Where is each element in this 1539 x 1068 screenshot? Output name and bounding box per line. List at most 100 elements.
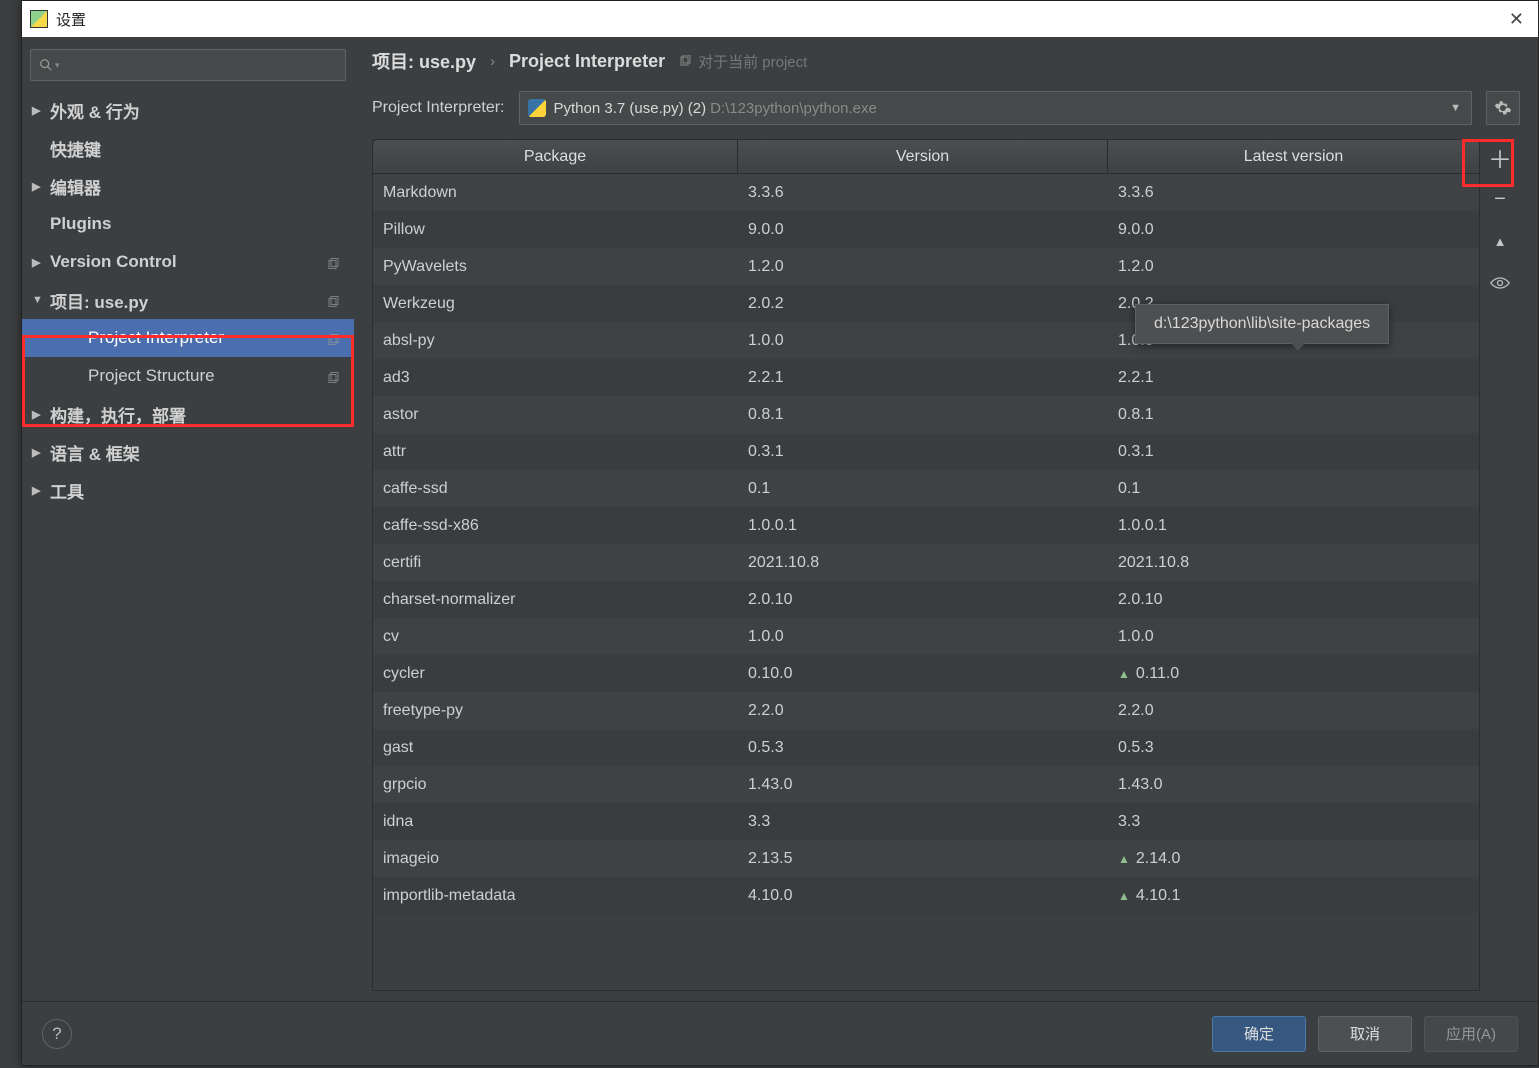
- cell-version: 3.3.6: [738, 184, 1108, 202]
- upgrade-package-button[interactable]: ▲: [1486, 227, 1514, 255]
- show-early-releases-button[interactable]: [1486, 269, 1514, 297]
- packages-table: Package Version Latest version Markdown3…: [372, 139, 1480, 991]
- cell-latest: 3.3.6: [1108, 184, 1479, 202]
- cell-package: Pillow: [373, 221, 738, 239]
- upgrade-available-icon: ▲: [1118, 667, 1130, 681]
- cell-version: 1.43.0: [738, 776, 1108, 794]
- table-row[interactable]: Markdown3.3.63.3.6: [373, 174, 1479, 211]
- cell-latest: 2.0.10: [1108, 591, 1479, 609]
- caret-right-icon: ▶: [32, 446, 40, 459]
- col-version[interactable]: Version: [738, 140, 1108, 173]
- table-row[interactable]: imageio2.13.5▲2.14.0: [373, 840, 1479, 877]
- cell-package: grpcio: [373, 776, 738, 794]
- sidebar-item[interactable]: ▶工具: [22, 471, 354, 509]
- sidebar-item-label: Plugins: [50, 214, 111, 234]
- table-row[interactable]: PyWavelets1.2.01.2.0: [373, 248, 1479, 285]
- breadcrumb-hint: 对于当前 project: [679, 51, 807, 72]
- chevron-right-icon: ›: [490, 53, 495, 70]
- sidebar-sub-item[interactable]: Project Interpreter: [22, 319, 354, 357]
- sidebar-item[interactable]: ▶编辑器: [22, 167, 354, 205]
- ok-button[interactable]: 确定: [1212, 1016, 1306, 1052]
- sidebar-sub-item[interactable]: Project Structure: [22, 357, 354, 395]
- cell-version: 1.0.0.1: [738, 517, 1108, 535]
- caret-down-icon: ▼: [32, 294, 43, 306]
- interpreter-select[interactable]: Python 3.7 (use.py) (2) D:\123python\pyt…: [519, 91, 1473, 125]
- col-latest[interactable]: Latest version: [1108, 140, 1479, 173]
- cell-package: absl-py: [373, 332, 738, 350]
- sidebar-item[interactable]: Plugins: [22, 205, 354, 243]
- search-dropdown-icon[interactable]: ▾: [55, 60, 60, 71]
- dialog-footer: ? 确定 取消 应用(A): [22, 1001, 1538, 1065]
- cell-latest: 2021.10.8: [1108, 554, 1479, 572]
- sidebar-item-label: 工具: [50, 478, 84, 503]
- eye-icon: [1490, 276, 1510, 290]
- breadcrumb-project[interactable]: 项目: use.py: [372, 48, 476, 74]
- remove-package-button[interactable]: −: [1486, 185, 1514, 213]
- sidebar-item-label: Project Structure: [88, 366, 215, 386]
- copy-icon: [327, 256, 340, 269]
- cell-latest: 0.1: [1108, 480, 1479, 498]
- sidebar-item[interactable]: ▶外观 & 行为: [22, 91, 354, 129]
- table-row[interactable]: cv1.0.01.0.0: [373, 618, 1479, 655]
- window-title: 设置: [56, 9, 86, 30]
- table-row[interactable]: charset-normalizer2.0.102.0.10: [373, 581, 1479, 618]
- table-row[interactable]: gast0.5.30.5.3: [373, 729, 1479, 766]
- sidebar-item[interactable]: ▶Version Control: [22, 243, 354, 281]
- cell-package: astor: [373, 406, 738, 424]
- cell-latest: 1.0.0: [1108, 628, 1479, 646]
- cell-latest: 0.5.3: [1108, 739, 1479, 757]
- upgrade-available-icon: ▲: [1118, 852, 1130, 866]
- settings-dialog: 设置 ✕ ▾ ▶外观 & 行为快捷键▶编辑器Plugins▶Version Co…: [21, 0, 1539, 1066]
- add-package-button[interactable]: ＋: [1486, 143, 1514, 171]
- cell-version: 0.1: [738, 480, 1108, 498]
- cell-package: freetype-py: [373, 702, 738, 720]
- cell-version: 2.0.10: [738, 591, 1108, 609]
- table-row[interactable]: ad32.2.12.2.1: [373, 359, 1479, 396]
- breadcrumb-page: Project Interpreter: [509, 51, 665, 72]
- table-row[interactable]: importlib-metadata4.10.0▲4.10.1: [373, 877, 1479, 914]
- cell-version: 0.10.0: [738, 665, 1108, 683]
- cell-package: imageio: [373, 850, 738, 868]
- table-row[interactable]: certifi2021.10.82021.10.8: [373, 544, 1479, 581]
- table-row[interactable]: Pillow9.0.09.0.0: [373, 211, 1479, 248]
- table-row[interactable]: idna3.33.3: [373, 803, 1479, 840]
- cell-latest: 2.2.1: [1108, 369, 1479, 387]
- help-button[interactable]: ?: [42, 1019, 72, 1049]
- apply-button[interactable]: 应用(A): [1424, 1016, 1518, 1052]
- table-row[interactable]: caffe-ssd0.10.1: [373, 470, 1479, 507]
- cell-latest: 1.0.0.1: [1108, 517, 1479, 535]
- cell-package: ad3: [373, 369, 738, 387]
- cell-version: 2021.10.8: [738, 554, 1108, 572]
- packages-table-wrap: Package Version Latest version Markdown3…: [372, 139, 1520, 991]
- cell-version: 2.2.0: [738, 702, 1108, 720]
- table-row[interactable]: grpcio1.43.01.43.0: [373, 766, 1479, 803]
- sidebar-item[interactable]: ▶语言 & 框架: [22, 433, 354, 471]
- cell-latest: 3.3: [1108, 813, 1479, 831]
- cell-latest: 0.8.1: [1108, 406, 1479, 424]
- close-icon[interactable]: ✕: [1503, 9, 1530, 30]
- col-package[interactable]: Package: [373, 140, 738, 173]
- interpreter-name: Python 3.7 (use.py) (2): [554, 100, 707, 117]
- table-header: Package Version Latest version: [373, 140, 1479, 174]
- cancel-button[interactable]: 取消: [1318, 1016, 1412, 1052]
- cell-package: gast: [373, 739, 738, 757]
- table-row[interactable]: attr0.3.10.3.1: [373, 433, 1479, 470]
- cell-package: PyWavelets: [373, 258, 738, 276]
- cell-version: 2.13.5: [738, 850, 1108, 868]
- table-row[interactable]: astor0.8.10.8.1: [373, 396, 1479, 433]
- table-row[interactable]: freetype-py2.2.02.2.0: [373, 692, 1479, 729]
- search-input[interactable]: ▾: [30, 49, 346, 81]
- titlebar: 设置 ✕: [22, 1, 1538, 37]
- gear-icon: [1494, 99, 1512, 117]
- table-row[interactable]: caffe-ssd-x861.0.0.11.0.0.1: [373, 507, 1479, 544]
- cell-package: caffe-ssd: [373, 480, 738, 498]
- cell-latest: ▲0.11.0: [1108, 665, 1479, 683]
- cell-package: attr: [373, 443, 738, 461]
- sidebar-item[interactable]: ▼项目: use.py: [22, 281, 354, 319]
- interpreter-settings-button[interactable]: [1486, 91, 1520, 125]
- sidebar-item[interactable]: 快捷键: [22, 129, 354, 167]
- table-row[interactable]: cycler0.10.0▲0.11.0: [373, 655, 1479, 692]
- sidebar-item[interactable]: ▶构建，执行，部署: [22, 395, 354, 433]
- cell-version: 0.8.1: [738, 406, 1108, 424]
- sidebar-item-label: 编辑器: [50, 174, 101, 199]
